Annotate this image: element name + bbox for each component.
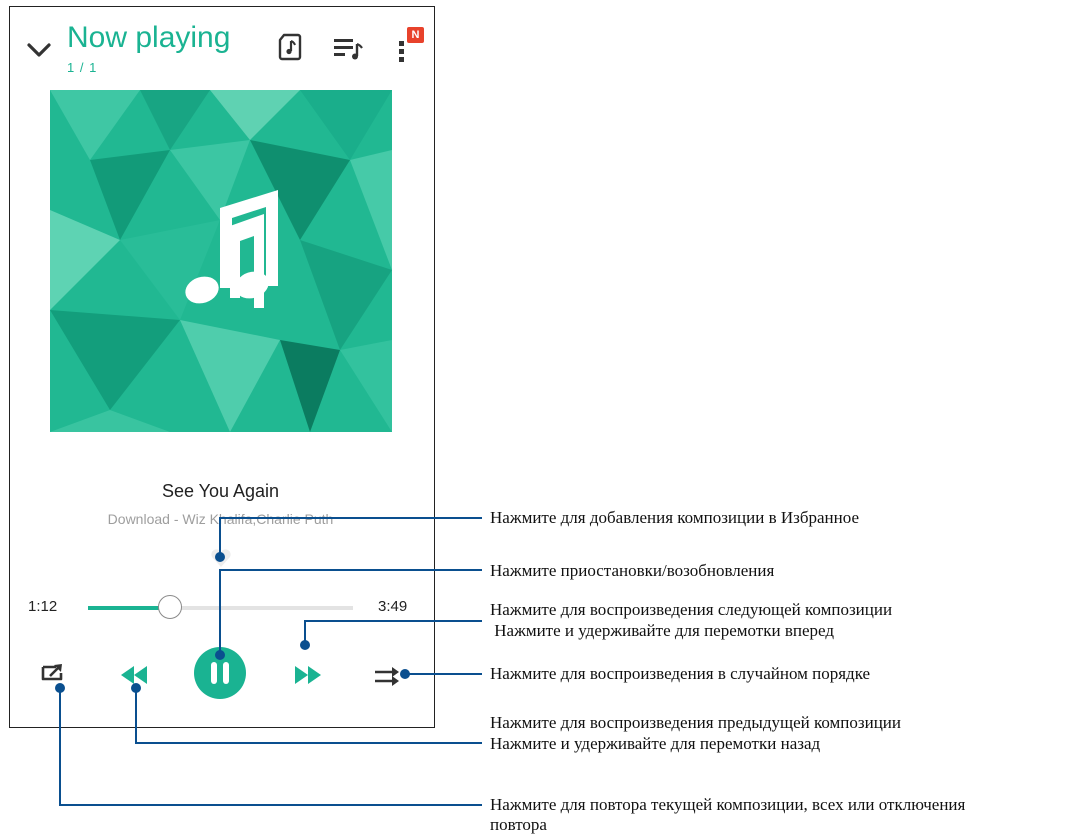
callout-previous-hold: Нажмите и удерживайте для перемотки наза…: [490, 734, 821, 753]
callout-lines: [55, 517, 482, 806]
callout-next: Нажмите для воспроизведения следующей ко…: [490, 600, 893, 619]
callout-pause: Нажмите приостановки/возобновления: [490, 561, 775, 580]
callout-repeat-cont: повтора: [490, 815, 547, 834]
callout-previous: Нажмите для воспроизведения предыдущей к…: [490, 713, 902, 732]
callout-next-hold: Нажмите и удерживайте для перемотки впер…: [490, 621, 834, 640]
callout-favorite: Нажмите для добавления композиции в Избр…: [490, 508, 859, 527]
callout-shuffle: Нажмите для воспроизведения в случайном …: [490, 664, 871, 683]
callout-repeat: Нажмите для повтора текущей композиции, …: [490, 795, 966, 814]
